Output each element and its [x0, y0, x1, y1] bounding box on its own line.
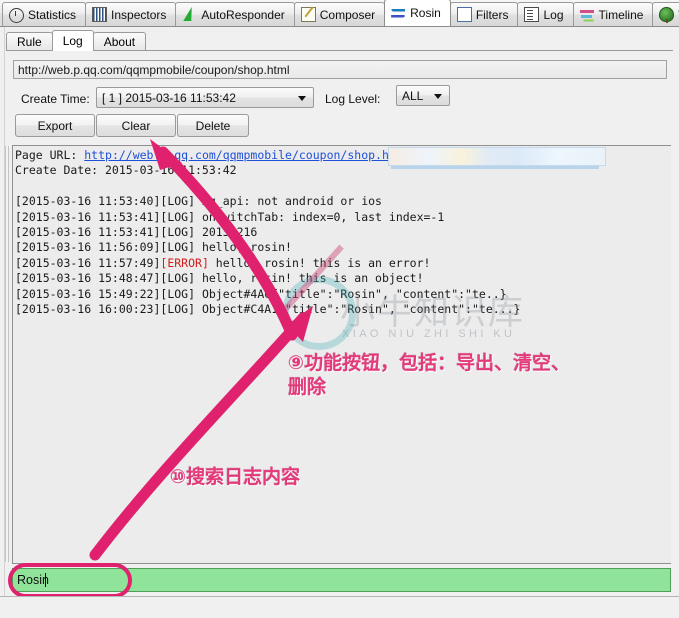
- log-entry-time: [2015-03-16 11:57:49]: [15, 255, 161, 270]
- annotation-label-9: ⑨功能按钮，包括：导出、清空、 删除: [288, 352, 571, 398]
- main-tab-willow[interactable]: Willow: [652, 2, 679, 26]
- sub-tab-rule[interactable]: Rule: [6, 32, 53, 51]
- log-entry-time: [2015-03-16 11:56:09]: [15, 240, 161, 255]
- log-entry: [2015-03-16 15:48:47][LOG] hello, rosin!…: [15, 271, 670, 286]
- sub-tab-log[interactable]: Log: [51, 30, 94, 51]
- log-entry-message: Object#C4A1{"title":"Rosin", "content":"…: [195, 302, 521, 317]
- window-status-strip: [0, 596, 679, 618]
- log-level-dropdown[interactable]: ALL: [396, 85, 450, 106]
- log-vertical-scrollbar[interactable]: [5, 146, 9, 562]
- log-entry-message: hello, rosin! this is an object!: [195, 271, 424, 286]
- willow-icon: [659, 7, 675, 23]
- log-entry-time: [2015-03-16 15:49:22]: [15, 286, 161, 301]
- log-entry-time: [2015-03-16 15:48:47]: [15, 271, 161, 286]
- log-entry-level: [ERROR]: [160, 255, 209, 270]
- log-entry-time: [2015-03-16 11:53:41]: [15, 209, 161, 224]
- main-tab-label: Filters: [475, 7, 509, 22]
- log-entry-message: 20150216: [195, 225, 258, 240]
- sub-tab-strip: Rule Log About: [6, 30, 147, 51]
- main-tab-label: Rosin: [410, 6, 441, 20]
- rosin-log-panel-window: Statistics Inspectors AutoResponder Compose…: [0, 0, 679, 618]
- log-entry-level: [LOG]: [160, 225, 196, 240]
- log-entry: [2015-03-16 15:49:22][LOG] Object#4A0{"t…: [15, 287, 670, 302]
- create-time-dropdown[interactable]: [ 1 ] 2015-03-16 11:53:42: [96, 87, 314, 108]
- log-entry-level: [LOG]: [160, 286, 196, 301]
- window-right-frame: [673, 27, 679, 596]
- log-blank-line: [15, 179, 670, 194]
- main-tab-label: Log: [543, 7, 564, 22]
- log-entry-level: [LOG]: [160, 194, 196, 209]
- log-entry: [2015-03-16 16:00:23][LOG] Object#C4A1{"…: [15, 302, 670, 317]
- chevron-down-icon: [434, 93, 442, 99]
- export-button[interactable]: Export: [15, 114, 95, 137]
- main-tab-autoresponder[interactable]: AutoResponder: [175, 2, 295, 26]
- main-tab-log[interactable]: Log: [517, 2, 574, 26]
- annotation-label-10: ⑩搜索日志内容: [170, 466, 301, 488]
- main-tab-composer[interactable]: Composer: [293, 2, 386, 26]
- main-tab-label: Inspectors: [111, 7, 167, 22]
- main-tab-strip: Statistics Inspectors AutoResponder Compose…: [0, 0, 679, 27]
- bolt-icon: [182, 7, 197, 22]
- page-url-bar[interactable]: http://web.p.qq.com/qqmpmobile/coupon/sh…: [13, 60, 667, 79]
- inspectors-icon: [92, 7, 108, 22]
- log-entry-time: [2015-03-16 16:00:23]: [15, 302, 161, 317]
- main-tab-statistics[interactable]: Statistics: [2, 2, 87, 26]
- log-entry: [2015-03-16 11:53:40][LOG] mq_api: not a…: [15, 194, 670, 209]
- log-entry: [2015-03-16 11:57:49][ERROR] hello, rosi…: [15, 256, 670, 271]
- filters-icon: [456, 7, 472, 22]
- log-level-value: ALL: [402, 88, 424, 103]
- log-entry: [2015-03-16 11:53:41][LOG] onSwitchTab: …: [15, 210, 670, 225]
- log-search-bar[interactable]: [12, 568, 671, 592]
- main-tab-label: Statistics: [28, 7, 77, 22]
- sub-tab-divider: [6, 50, 673, 51]
- log-entry-level: [LOG]: [160, 302, 196, 317]
- main-tab-inspectors[interactable]: Inspectors: [85, 2, 177, 26]
- timeline-icon: [579, 7, 595, 22]
- clear-button[interactable]: Clear: [96, 114, 176, 137]
- log-level-label: Log Level:: [325, 92, 381, 106]
- page-url-label: Page URL:: [15, 148, 85, 162]
- rosin-icon: [391, 6, 406, 21]
- log-entry-message: hello, rosin! this is an error!: [208, 255, 431, 270]
- main-tab-label: AutoResponder: [201, 7, 285, 22]
- main-tab-rosin[interactable]: Rosin: [384, 0, 451, 26]
- page-url-text: http://web.p.qq.com/qqmpmobile/coupon/sh…: [18, 62, 290, 77]
- main-tab-label: Timeline: [598, 7, 644, 22]
- log-icon: [524, 7, 540, 22]
- log-entry-message: onSwitchTab: index=0, last index=-1: [195, 209, 445, 224]
- stopwatch-icon: [9, 7, 24, 23]
- log-entry-level: [LOG]: [160, 240, 196, 255]
- log-entry-message: mq_api: not android or ios: [195, 194, 382, 209]
- log-entry-time: [2015-03-16 11:53:41]: [15, 225, 161, 240]
- create-time-value: [ 1 ] 2015-03-16 11:53:42: [102, 90, 236, 105]
- log-entry-message: Object#4A0{"title":"Rosin", "content":"t…: [195, 286, 507, 301]
- url-tooltip-strip: [388, 147, 606, 169]
- delete-button[interactable]: Delete: [177, 114, 249, 137]
- main-tab-filters[interactable]: Filters: [449, 2, 519, 26]
- log-entry-level: [LOG]: [160, 209, 196, 224]
- create-time-label: Create Time:: [21, 92, 90, 106]
- log-entry: [2015-03-16 11:56:09][LOG] hello, rosin!: [15, 240, 670, 255]
- search-input[interactable]: [13, 569, 129, 591]
- composer-icon: [300, 7, 316, 22]
- chevron-down-icon: [298, 95, 306, 101]
- log-entry-level: [LOG]: [160, 271, 196, 286]
- main-tab-timeline[interactable]: Timeline: [572, 2, 654, 26]
- log-entry: [2015-03-16 11:53:41][LOG] 20150216: [15, 225, 670, 240]
- text-caret: [45, 573, 46, 587]
- main-tab-label: Composer: [319, 7, 376, 22]
- log-entry-time: [2015-03-16 11:53:40]: [15, 194, 161, 209]
- log-entry-message: hello, rosin!: [195, 240, 292, 255]
- sub-tab-about[interactable]: About: [92, 32, 147, 51]
